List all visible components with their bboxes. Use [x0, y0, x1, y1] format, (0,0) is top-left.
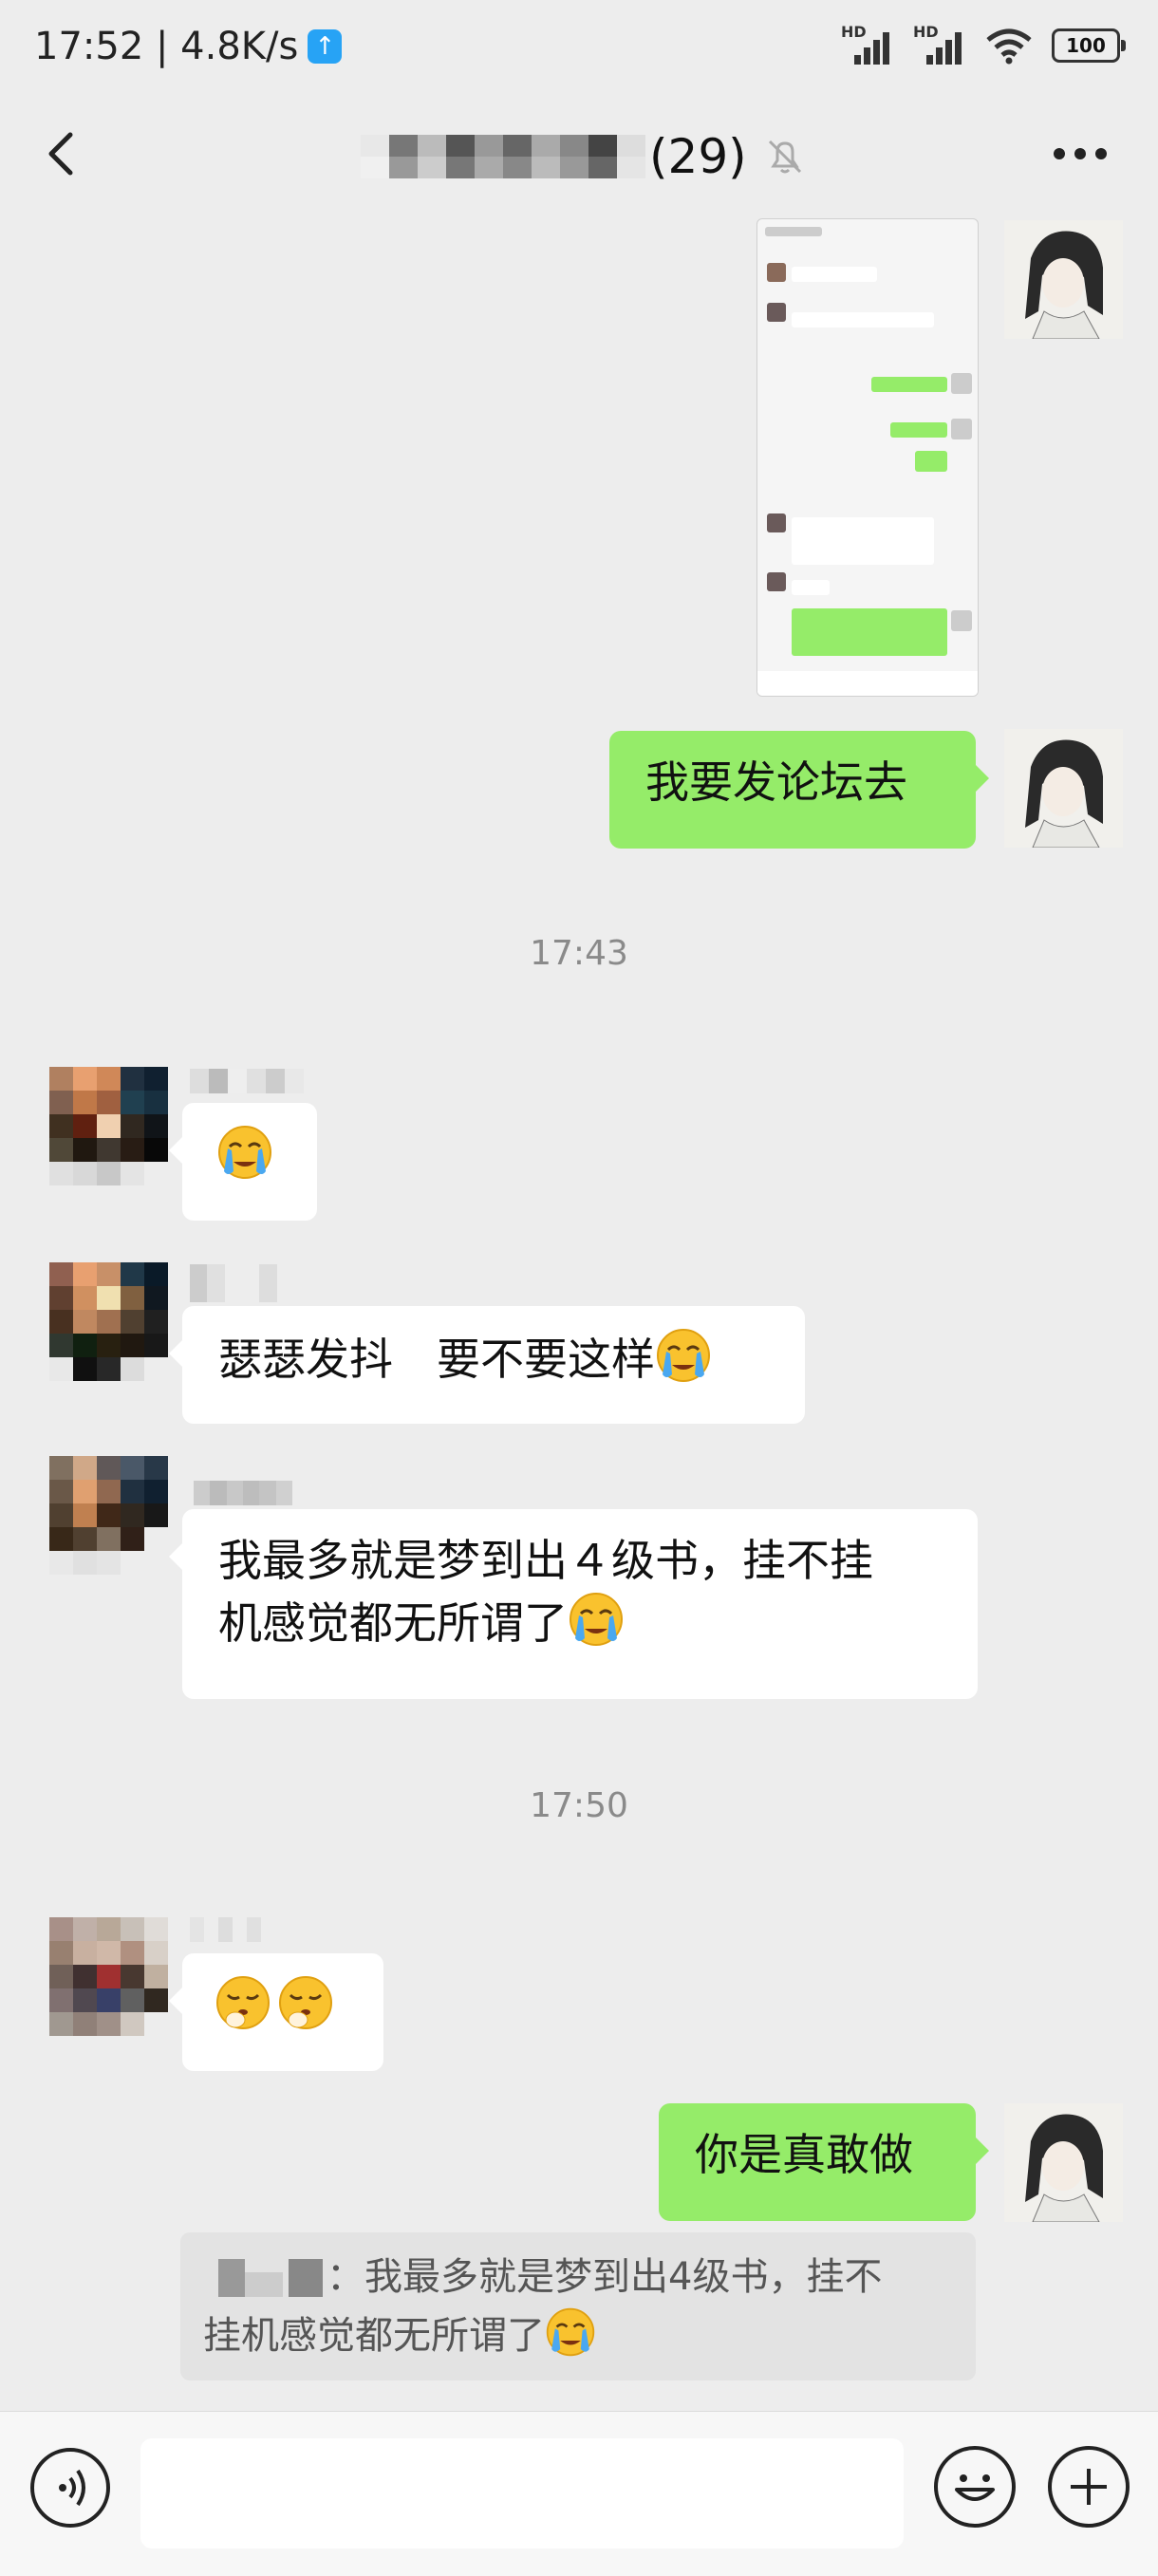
- chevron-left-icon[interactable]: [34, 125, 91, 182]
- other-message-bubble[interactable]: 我最多就是梦到出４级书，挂不挂 机感觉都无所谓了: [169, 1509, 978, 1699]
- crying-face-icon: [655, 1327, 712, 1384]
- avatar[interactable]: [49, 1917, 168, 2036]
- avatar[interactable]: [49, 1456, 168, 1575]
- plus-icon[interactable]: [1048, 2446, 1130, 2528]
- image-message[interactable]: [756, 218, 979, 697]
- quote-text-line: ：我最多就是梦到出4级书，挂不: [327, 2255, 883, 2299]
- other-message-bubble[interactable]: [169, 1103, 317, 1221]
- message-text: 你是真敢做: [695, 2129, 913, 2180]
- quote-text-line: 挂机感觉都无所谓了: [203, 2314, 545, 2358]
- chat-header: (29): [0, 95, 1158, 218]
- avatar[interactable]: [49, 1262, 168, 1381]
- avatar[interactable]: [49, 1067, 168, 1185]
- chat-title[interactable]: (29): [361, 123, 806, 190]
- my-message-bubble[interactable]: 你是真敢做: [659, 2103, 989, 2221]
- timestamp: 17:43: [530, 934, 628, 973]
- message-text: 瑟瑟发抖 要不要这样: [218, 1334, 655, 1385]
- input-bar: [0, 2411, 1158, 2576]
- crying-face-icon: [545, 2306, 596, 2358]
- avatar[interactable]: [1004, 2103, 1123, 2222]
- quoted-message[interactable]: ：我最多就是梦到出4级书，挂不 挂机感觉都无所谓了: [180, 2232, 976, 2380]
- other-message-bubble[interactable]: 瑟瑟发抖 要不要这样: [169, 1306, 805, 1424]
- avatar[interactable]: [1004, 729, 1123, 848]
- hd-label: HD: [841, 23, 867, 41]
- other-message-bubble[interactable]: [169, 1953, 383, 2071]
- voice-icon[interactable]: [30, 2448, 110, 2528]
- my-message-bubble[interactable]: 我要发论坛去: [609, 731, 989, 849]
- member-count: (29): [649, 129, 747, 184]
- tired-face-icon: [215, 1974, 271, 2031]
- signal-icon: HD: [841, 23, 894, 65]
- signal-icon: HD: [913, 23, 966, 65]
- wifi-icon: [986, 28, 1032, 65]
- sender-name: [190, 1069, 304, 1093]
- sender-name: [190, 1917, 275, 1942]
- blurred-group-name: [361, 135, 645, 178]
- up-arrow-icon: ↑: [308, 29, 343, 64]
- message-text-line: 机感觉都无所谓了: [218, 1597, 568, 1649]
- sender-name: [190, 1264, 294, 1302]
- status-bar: 17:52 | 4.8K/s ↑ HD HD 100: [0, 0, 1158, 95]
- status-left: 17:52 | 4.8K/s ↑: [34, 25, 343, 68]
- crying-face-icon: [216, 1124, 273, 1181]
- status-time-speed: 17:52 | 4.8K/s: [34, 25, 299, 68]
- status-right: HD HD 100: [841, 23, 1126, 65]
- sender-name: [194, 1481, 292, 1505]
- message-text-line: 我最多就是梦到出４级书，挂不挂: [218, 1535, 873, 1586]
- battery-icon: 100: [1052, 28, 1126, 63]
- tired-face-icon: [277, 1974, 334, 2031]
- quoted-sender-blur: [203, 2259, 327, 2297]
- crying-face-icon: [568, 1591, 625, 1648]
- message-text: 我要发论坛去: [645, 756, 907, 808]
- bell-off-icon: [768, 140, 801, 174]
- avatar[interactable]: [1004, 220, 1123, 339]
- more-dots-icon[interactable]: [1054, 137, 1120, 171]
- hd-label: HD: [913, 23, 939, 41]
- timestamp: 17:50: [530, 1786, 628, 1825]
- message-input[interactable]: [140, 2438, 904, 2548]
- smiley-icon[interactable]: [934, 2446, 1016, 2528]
